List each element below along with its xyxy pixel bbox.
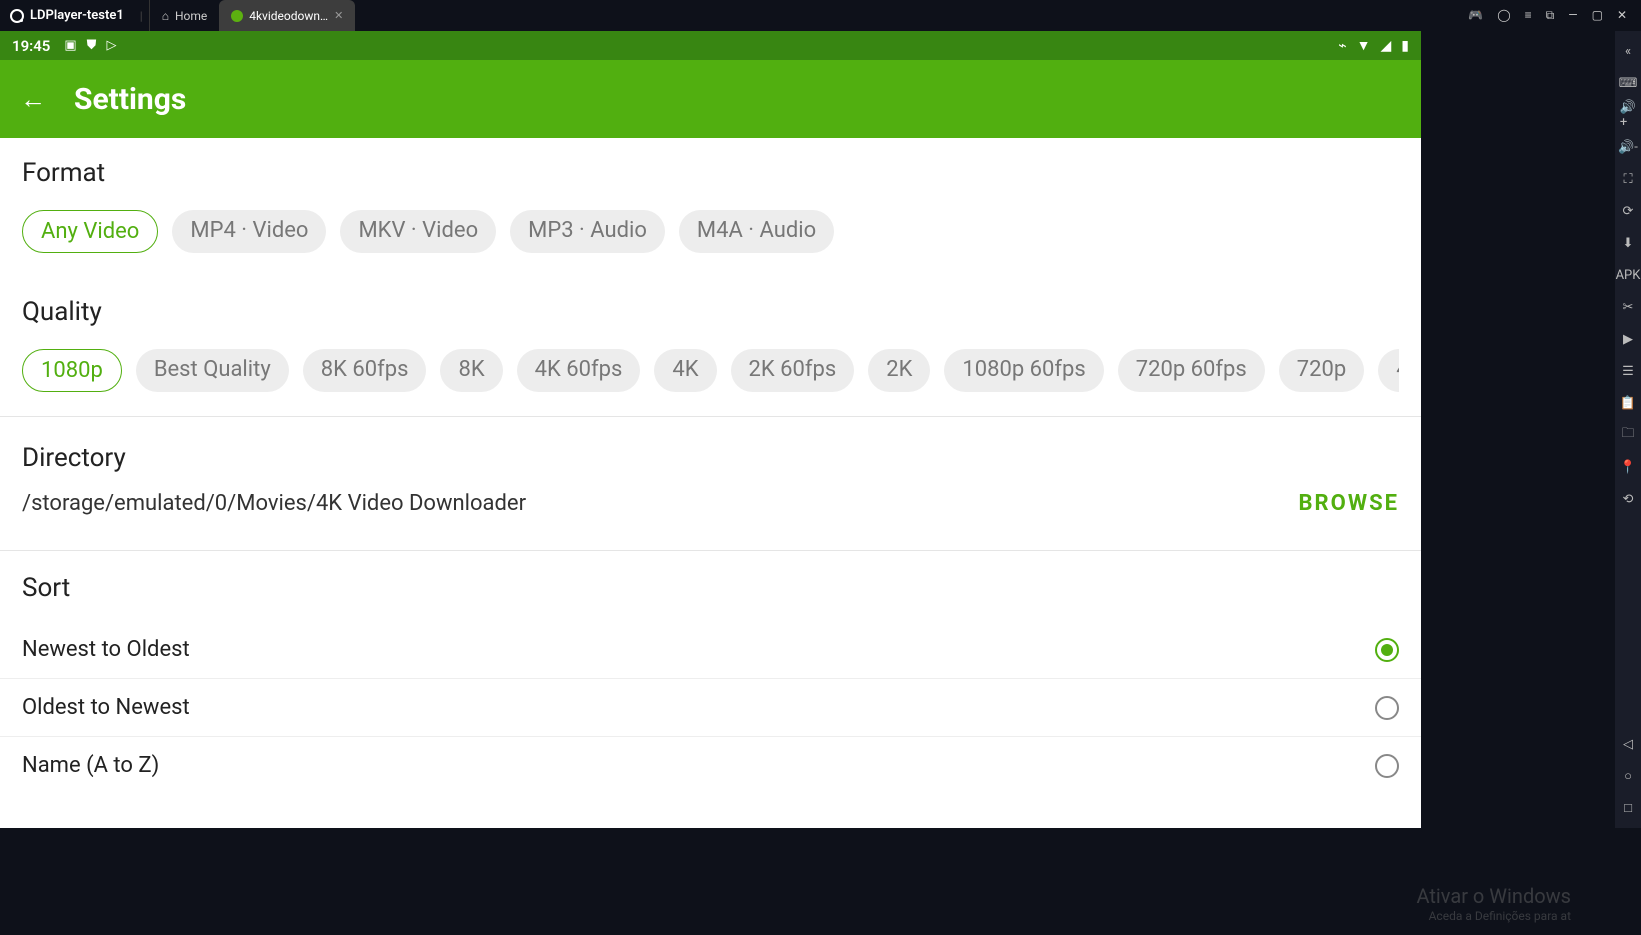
- directory-heading: Directory: [22, 443, 1399, 473]
- sort-option-oldest[interactable]: Oldest to Newest: [0, 678, 1421, 736]
- quality-chip-480p[interactable]: 480p: [1378, 349, 1399, 392]
- quality-chip-2k60[interactable]: 2K 60fps: [731, 349, 855, 392]
- watermark-line1: Ativar o Windows: [1416, 883, 1571, 909]
- format-chip-any-video[interactable]: Any Video: [22, 210, 158, 253]
- status-notif-icon-1: ▣: [64, 38, 76, 53]
- ldplayer-logo-icon: [10, 9, 24, 23]
- tab-home-label: Home: [175, 9, 207, 23]
- quality-chip-4k60[interactable]: 4K 60fps: [517, 349, 641, 392]
- sort-label-newest: Newest to Oldest: [22, 637, 190, 662]
- scissors-icon[interactable]: ✂: [1620, 299, 1636, 315]
- format-chip-mp3[interactable]: MP3 · Audio: [510, 210, 665, 253]
- radio-unselected-icon: [1375, 696, 1399, 720]
- close-window-icon[interactable]: ✕: [1617, 8, 1627, 23]
- apk-icon[interactable]: APK: [1620, 267, 1636, 283]
- quality-heading: Quality: [22, 297, 1399, 327]
- format-section: Format Any Video MP4 · Video MKV · Video…: [0, 138, 1421, 277]
- directory-section: Directory /storage/emulated/0/Movies/4K …: [0, 416, 1421, 550]
- detach-icon[interactable]: ⧉: [1546, 8, 1555, 23]
- install-apk-icon[interactable]: ⬇: [1620, 235, 1636, 251]
- quality-chip-8k60[interactable]: 8K 60fps: [303, 349, 427, 392]
- close-tab-icon[interactable]: ✕: [334, 9, 343, 22]
- emulator-app-name: LDPlayer-teste1: [0, 8, 134, 23]
- rotate-icon[interactable]: ⟲: [1620, 491, 1636, 507]
- quality-chip-1080p[interactable]: 1080p: [22, 349, 122, 392]
- browse-button[interactable]: BROWSE: [1299, 491, 1399, 516]
- emulator-titlebar: LDPlayer-teste1 | ⌂ Home 4kvideodown… ✕ …: [0, 0, 1641, 31]
- expand-sidebar-icon[interactable]: «: [1620, 43, 1636, 59]
- maximize-icon[interactable]: ▢: [1592, 8, 1603, 23]
- format-chip-mp4[interactable]: MP4 · Video: [172, 210, 326, 253]
- quality-chip-2k[interactable]: 2K: [868, 349, 930, 392]
- sort-section: Sort Newest to Oldest Oldest to Newest N…: [0, 550, 1421, 794]
- gamepad-icon[interactable]: 🎮: [1468, 8, 1483, 23]
- directory-path: /storage/emulated/0/Movies/4K Video Down…: [22, 491, 526, 516]
- window-controls: 🎮 ◯ ≡ ⧉ — ▢ ✕: [1454, 8, 1641, 23]
- format-chips: Any Video MP4 · Video MKV · Video MP3 · …: [22, 210, 1399, 253]
- sort-option-newest[interactable]: Newest to Oldest: [0, 621, 1421, 678]
- android-status-bar: 19:45 ▣ ⛊ ▷ ⌁ ▼ ◢ ▮: [0, 31, 1421, 60]
- location-icon[interactable]: 📍: [1620, 459, 1636, 475]
- fullscreen-icon[interactable]: ⛶: [1620, 171, 1636, 187]
- play-store-icon: ▷: [106, 38, 116, 53]
- quality-section: Quality 1080p Best Quality 8K 60fps 8K 4…: [0, 277, 1421, 416]
- user-icon[interactable]: ◯: [1497, 8, 1510, 23]
- emulator-title-text: LDPlayer-teste1: [30, 8, 124, 23]
- quality-chips: 1080p Best Quality 8K 60fps 8K 4K 60fps …: [22, 349, 1399, 392]
- quality-chip-1080p60[interactable]: 1080p 60fps: [944, 349, 1103, 392]
- sort-heading: Sort: [0, 573, 1421, 621]
- tab-home[interactable]: ⌂ Home: [149, 0, 220, 31]
- app-tab-icon: [231, 10, 243, 22]
- minimize-icon[interactable]: —: [1568, 8, 1577, 23]
- android-back-icon[interactable]: ◁: [1620, 736, 1636, 752]
- settings-body: Format Any Video MP4 · Video MKV · Video…: [0, 138, 1421, 828]
- page-title: Settings: [74, 82, 186, 117]
- watermark-line2: Aceda a Definições para at: [1416, 909, 1571, 925]
- status-time: 19:45: [12, 37, 50, 55]
- signal-icon: ◢: [1381, 38, 1392, 54]
- quality-chip-best[interactable]: Best Quality: [136, 349, 289, 392]
- format-chip-mkv[interactable]: MKV · Video: [340, 210, 496, 253]
- android-screen: 19:45 ▣ ⛊ ▷ ⌁ ▼ ◢ ▮ ← Settings Format An…: [0, 31, 1421, 828]
- battery-charging-icon: ▮: [1401, 38, 1409, 54]
- performance-icon[interactable]: ⟳: [1620, 203, 1636, 219]
- emulator-side-toolbar: « ⌨ 🔊+ 🔊- ⛶ ⟳ ⬇ APK ✂ ▶ ☰ 📋 🗀 📍 ⟲ ◁ ○ □: [1615, 31, 1641, 828]
- quality-chip-720p[interactable]: 720p: [1279, 349, 1364, 392]
- titlebar-separator: |: [134, 9, 149, 23]
- wifi-icon: ▼: [1357, 37, 1371, 54]
- android-home-icon[interactable]: ○: [1620, 768, 1636, 784]
- multi-instance-icon[interactable]: ☰: [1620, 363, 1636, 379]
- quality-chip-4k[interactable]: 4K: [654, 349, 716, 392]
- android-recent-icon[interactable]: □: [1620, 800, 1636, 816]
- back-arrow-icon[interactable]: ←: [20, 84, 46, 115]
- app-header: ← Settings: [0, 60, 1421, 138]
- status-notif-icon-2: ⛊: [87, 38, 97, 53]
- emulator-window: LDPlayer-teste1 | ⌂ Home 4kvideodown… ✕ …: [0, 0, 1641, 935]
- quality-chip-8k[interactable]: 8K: [440, 349, 502, 392]
- vpn-key-icon: ⌁: [1338, 38, 1346, 54]
- format-heading: Format: [22, 158, 1399, 188]
- quality-chip-720p60[interactable]: 720p 60fps: [1118, 349, 1265, 392]
- windows-activation-watermark: Ativar o Windows Aceda a Definições para…: [1416, 883, 1571, 925]
- tab-4kvideodownloader[interactable]: 4kvideodown… ✕: [219, 0, 355, 31]
- sort-label-name: Name (A to Z): [22, 753, 159, 778]
- home-icon: ⌂: [162, 9, 169, 23]
- volume-down-icon[interactable]: 🔊-: [1620, 139, 1636, 155]
- sort-label-oldest: Oldest to Newest: [22, 695, 190, 720]
- folder-icon[interactable]: 🗀: [1620, 427, 1636, 443]
- record-icon[interactable]: ▶: [1620, 331, 1636, 347]
- format-chip-m4a[interactable]: M4A · Audio: [679, 210, 834, 253]
- tab-app-label: 4kvideodown…: [249, 9, 328, 23]
- volume-up-icon[interactable]: 🔊+: [1620, 107, 1636, 123]
- menu-icon[interactable]: ≡: [1525, 8, 1532, 23]
- clipboard-icon[interactable]: 📋: [1620, 395, 1636, 411]
- sort-option-name-az[interactable]: Name (A to Z): [0, 736, 1421, 794]
- radio-selected-icon: [1375, 638, 1399, 662]
- keyboard-icon[interactable]: ⌨: [1620, 75, 1636, 91]
- radio-unselected-icon: [1375, 754, 1399, 778]
